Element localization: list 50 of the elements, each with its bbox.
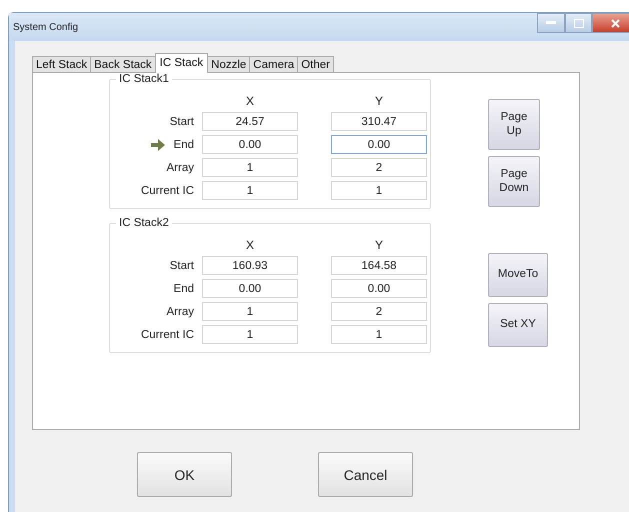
input-field[interactable]: 24.57 bbox=[202, 112, 298, 131]
input-field[interactable]: 1 bbox=[331, 181, 427, 200]
field-label: Array bbox=[166, 306, 194, 318]
group-title: IC Stack2 bbox=[116, 217, 172, 229]
column-header: Y bbox=[374, 238, 383, 252]
input-field[interactable]: 0.00 bbox=[202, 279, 298, 298]
tab[interactable]: Left Stack bbox=[32, 56, 92, 73]
tab[interactable]: Other bbox=[297, 56, 334, 73]
close-button[interactable] bbox=[592, 13, 629, 33]
arrow-icon bbox=[150, 138, 166, 150]
field-label: Current IC bbox=[140, 184, 194, 196]
input-field[interactable]: 0.00 bbox=[202, 135, 298, 154]
tab[interactable]: Nozzle bbox=[207, 56, 250, 73]
side-button[interactable]: Set XY bbox=[488, 303, 548, 347]
window-title: System Config bbox=[13, 22, 78, 32]
input-field[interactable]: 160.93 bbox=[202, 256, 298, 275]
input-field[interactable]: 1 bbox=[331, 325, 427, 344]
maximize-button[interactable] bbox=[565, 13, 592, 33]
minimize-icon bbox=[546, 21, 556, 25]
column-header: X bbox=[246, 238, 254, 252]
input-field[interactable]: 164.58 bbox=[331, 256, 427, 275]
tab[interactable]: Back Stack bbox=[90, 56, 156, 73]
side-button[interactable]: Page Up bbox=[488, 99, 540, 150]
group-title: IC Stack1 bbox=[116, 73, 172, 85]
dialog-button[interactable]: OK bbox=[137, 452, 232, 497]
input-field[interactable]: 1 bbox=[202, 158, 298, 177]
input-field[interactable]: 1 bbox=[202, 181, 298, 200]
input-field[interactable]: 2 bbox=[331, 302, 427, 321]
input-field[interactable]: 1 bbox=[202, 325, 298, 344]
column-header: X bbox=[246, 94, 254, 108]
input-field[interactable]: 1 bbox=[202, 302, 298, 321]
dialog-button[interactable]: Cancel bbox=[318, 452, 413, 497]
field-label: Current IC bbox=[140, 328, 194, 340]
input-field[interactable]: 0.00 bbox=[331, 279, 427, 298]
field-label: End bbox=[174, 138, 194, 150]
input-field[interactable]: 310.47 bbox=[331, 112, 427, 131]
maximize-icon bbox=[574, 18, 584, 28]
tab[interactable]: Camera bbox=[249, 56, 298, 73]
side-button[interactable]: MoveTo bbox=[488, 253, 548, 297]
column-header: Y bbox=[374, 94, 383, 108]
close-icon bbox=[611, 18, 620, 28]
tab[interactable]: IC Stack bbox=[154, 53, 208, 73]
field-label: Start bbox=[170, 260, 194, 272]
field-label: Start bbox=[170, 116, 194, 128]
input-field[interactable]: 0.00 bbox=[331, 135, 427, 154]
minimize-button[interactable] bbox=[537, 13, 565, 33]
field-label: Array bbox=[166, 162, 194, 174]
side-button[interactable]: Page Down bbox=[488, 156, 540, 207]
input-field[interactable]: 2 bbox=[331, 158, 427, 177]
field-label: End bbox=[174, 282, 194, 294]
